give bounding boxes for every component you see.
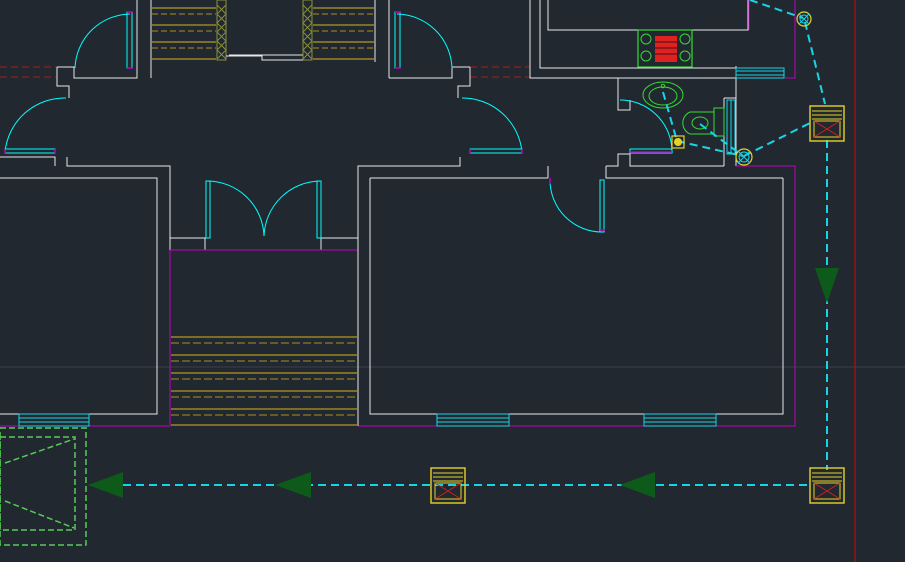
arrow-down-icon — [815, 268, 839, 303]
arrow-left-icon — [620, 472, 655, 498]
manhole-icon — [809, 467, 845, 504]
room-right — [369, 178, 784, 415]
drainage-pipes — [90, 0, 828, 486]
lower-staircase — [171, 336, 357, 426]
septic-tank-icon — [0, 427, 87, 546]
hatched-column — [216, 0, 313, 61]
floor-trap-icon — [796, 11, 812, 27]
door-stops — [4, 11, 672, 231]
room-left — [0, 177, 158, 415]
windows — [18, 67, 785, 427]
arrow-left-icon — [275, 472, 311, 498]
floor-plan-drawing — [0, 0, 905, 562]
door-swings — [4, 11, 673, 239]
toilet-icon — [682, 107, 725, 137]
stove-icon — [637, 29, 693, 68]
arrow-left-icon — [88, 472, 123, 498]
exterior-wall-outline — [0, 0, 796, 427]
floor-trap-icon — [735, 148, 753, 166]
reference-dashed-lines — [0, 66, 530, 78]
manhole-icon — [809, 105, 845, 142]
upper-staircase — [136, 0, 390, 78]
cad-viewport[interactable] — [0, 0, 905, 562]
